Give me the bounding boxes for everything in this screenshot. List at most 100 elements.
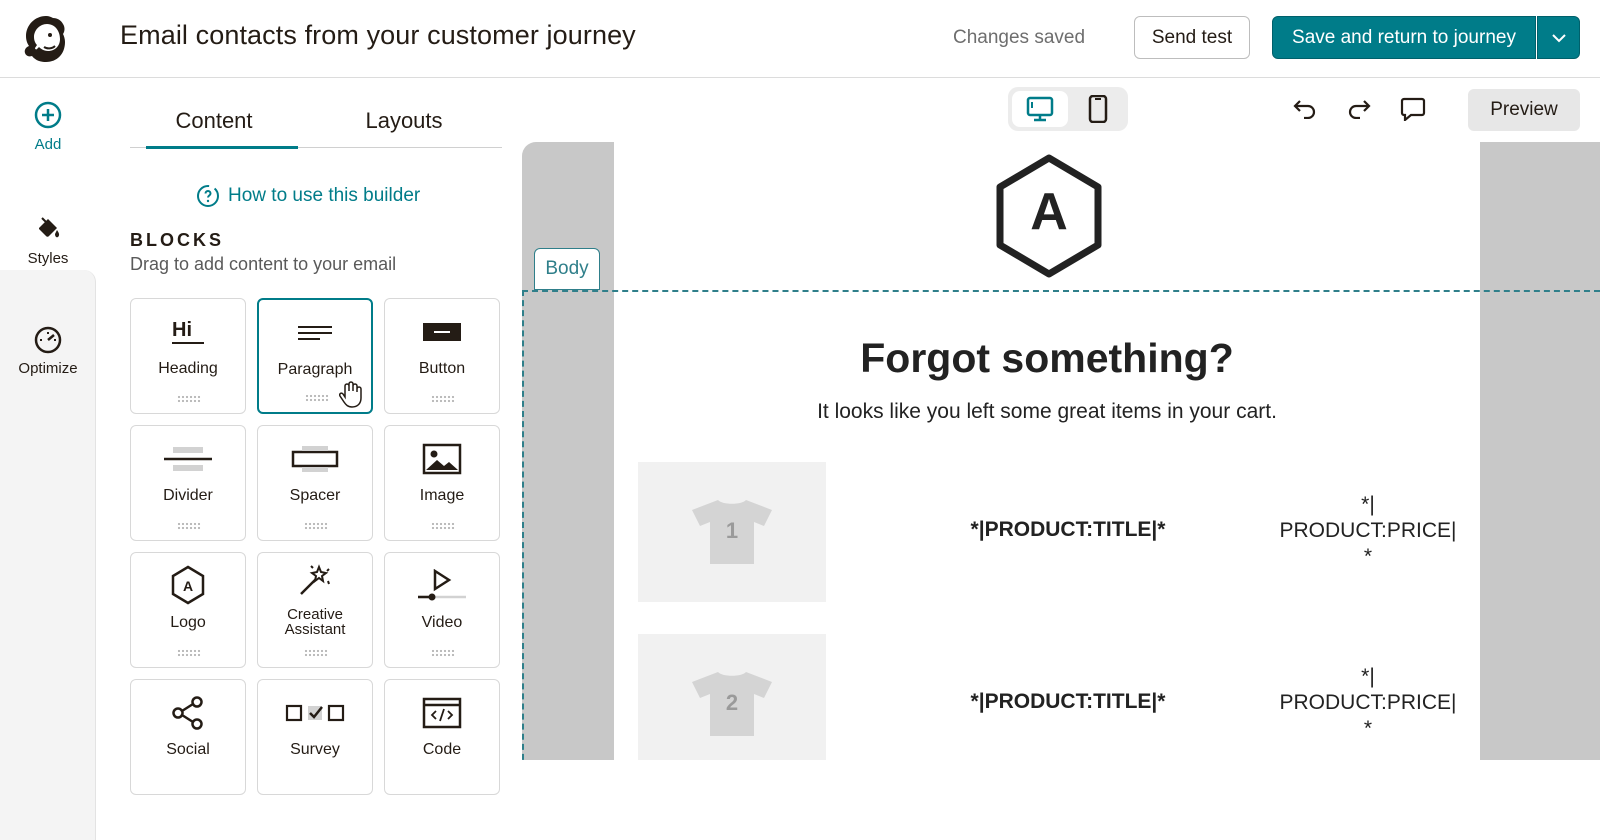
block-logo[interactable]: A Logo xyxy=(130,552,246,668)
block-label: Creative Assistant xyxy=(284,606,346,638)
tab-content[interactable]: Content xyxy=(130,108,298,134)
mobile-icon xyxy=(1088,95,1108,123)
brand-logo[interactable]: A xyxy=(994,154,1104,278)
drag-handle[interactable] xyxy=(304,522,328,530)
page-title: Email contacts from your customer journe… xyxy=(120,20,636,50)
svg-text:Hi: Hi xyxy=(172,319,192,341)
drag-handle[interactable] xyxy=(305,394,329,402)
device-toggle xyxy=(1008,87,1128,131)
block-label: Image xyxy=(419,487,465,504)
drag-handle[interactable] xyxy=(177,395,201,403)
block-label: Spacer xyxy=(289,487,341,504)
rail-optimize[interactable]: Optimize xyxy=(0,324,96,377)
rail-add[interactable]: Add xyxy=(0,100,96,153)
block-image[interactable]: Image xyxy=(384,425,500,541)
undo-button[interactable] xyxy=(1288,92,1322,126)
email-subline[interactable]: It looks like you left some great items … xyxy=(614,400,1480,424)
product-number: 2 xyxy=(725,690,739,715)
product-thumbnail: 1 xyxy=(638,462,826,602)
section-boundary-left xyxy=(522,290,524,760)
heading-icon: Hi xyxy=(131,315,245,349)
desktop-icon xyxy=(1026,96,1054,122)
mobile-view-button[interactable] xyxy=(1072,91,1124,127)
comment-icon xyxy=(1400,97,1426,121)
drag-handle[interactable] xyxy=(177,522,201,530)
active-tab-indicator xyxy=(146,146,298,149)
rail-styles[interactable]: Styles xyxy=(0,214,96,267)
undo-icon xyxy=(1293,100,1316,119)
block-label: Heading xyxy=(158,360,218,377)
gauge-icon xyxy=(34,326,62,354)
how-to-link-label: How to use this builder xyxy=(228,185,421,206)
product-row[interactable]: 1 *|PRODUCT:TITLE|* *| PRODUCT:PRICE| * xyxy=(638,462,1458,602)
block-survey[interactable]: Survey xyxy=(257,679,373,795)
product-title: *|PRODUCT:TITLE|* xyxy=(970,690,1166,713)
product-title: *|PRODUCT:TITLE|* xyxy=(970,518,1166,541)
block-social[interactable]: Social xyxy=(130,679,246,795)
block-label: Survey xyxy=(290,741,340,758)
email-headline[interactable]: Forgot something? xyxy=(614,335,1480,382)
product-price: *| PRODUCT:PRICE| * xyxy=(1279,493,1457,568)
block-video[interactable]: Video xyxy=(384,552,500,668)
left-rail: Add Styles Optimize xyxy=(0,78,96,840)
block-label: Video xyxy=(421,614,463,631)
mailchimp-logo-icon[interactable] xyxy=(20,12,72,64)
block-paragraph[interactable]: Paragraph xyxy=(257,298,373,414)
block-spacer[interactable]: Spacer xyxy=(257,425,373,541)
product-row[interactable]: 2 *|PRODUCT:TITLE|* *| PRODUCT:PRICE| * xyxy=(638,634,1458,760)
logo-letter: A xyxy=(1030,183,1068,241)
help-sparkle-icon xyxy=(197,185,219,207)
plus-circle-icon xyxy=(34,101,62,129)
chevron-down-icon xyxy=(1551,33,1566,42)
body-section-tag[interactable]: Body xyxy=(534,248,600,290)
code-icon xyxy=(385,696,499,730)
drag-handle[interactable] xyxy=(177,649,201,657)
drag-handle[interactable] xyxy=(431,649,455,657)
paint-bucket-icon xyxy=(39,217,60,238)
image-icon xyxy=(385,442,499,476)
editor-canvas: Preview A Forgot something? It looks lik… xyxy=(522,78,1600,760)
redo-button[interactable] xyxy=(1342,92,1376,126)
grab-cursor-icon xyxy=(339,381,362,408)
email-stage: A Forgot something? It looks like you le… xyxy=(522,142,1600,760)
panel-tabs: Content Layouts xyxy=(130,98,502,149)
spacer-icon xyxy=(258,442,372,476)
block-label: Code xyxy=(422,741,462,758)
drag-handle[interactable] xyxy=(431,522,455,530)
rail-optimize-label: Optimize xyxy=(18,360,78,377)
button-icon xyxy=(385,315,499,349)
blocks-heading: BLOCKS xyxy=(130,230,224,250)
save-status: Changes saved xyxy=(953,27,1086,48)
block-divider[interactable]: Divider xyxy=(130,425,246,541)
rail-styles-label: Styles xyxy=(27,250,69,267)
block-label: Logo xyxy=(170,614,206,631)
comments-button[interactable] xyxy=(1396,92,1430,126)
desktop-view-button[interactable] xyxy=(1012,91,1068,127)
block-button[interactable]: Button xyxy=(384,298,500,414)
preview-button[interactable]: Preview xyxy=(1468,89,1580,131)
divider-icon xyxy=(131,442,245,476)
save-and-return-button[interactable]: Save and return to journey xyxy=(1272,16,1536,59)
svg-text:A: A xyxy=(183,578,193,594)
block-label: Social xyxy=(166,741,210,758)
content-panel: Content Layouts How to use this builder … xyxy=(96,78,522,795)
block-code[interactable]: Code xyxy=(384,679,500,795)
redo-icon xyxy=(1348,100,1371,119)
block-creative-assistant[interactable]: Creative Assistant xyxy=(257,552,373,668)
rail-add-label: Add xyxy=(34,136,62,153)
tab-layouts[interactable]: Layouts xyxy=(320,108,488,134)
blocks-subheading: Drag to add content to your email xyxy=(130,254,397,274)
email-body[interactable]: A Forgot something? It looks like you le… xyxy=(614,142,1480,760)
top-bar: Email contacts from your customer journe… xyxy=(0,0,1600,78)
section-boundary xyxy=(522,290,1600,292)
drag-handle[interactable] xyxy=(431,395,455,403)
send-test-button[interactable]: Send test xyxy=(1134,16,1250,59)
magic-wand-icon xyxy=(258,563,372,597)
how-to-link[interactable]: How to use this builder xyxy=(196,184,420,208)
drag-handle[interactable] xyxy=(304,649,328,657)
block-label: Paragraph xyxy=(277,361,353,378)
product-thumbnail: 2 xyxy=(638,634,826,760)
block-heading[interactable]: Hi Heading xyxy=(130,298,246,414)
logo-icon: A xyxy=(131,565,245,605)
save-options-dropdown[interactable] xyxy=(1537,16,1580,59)
